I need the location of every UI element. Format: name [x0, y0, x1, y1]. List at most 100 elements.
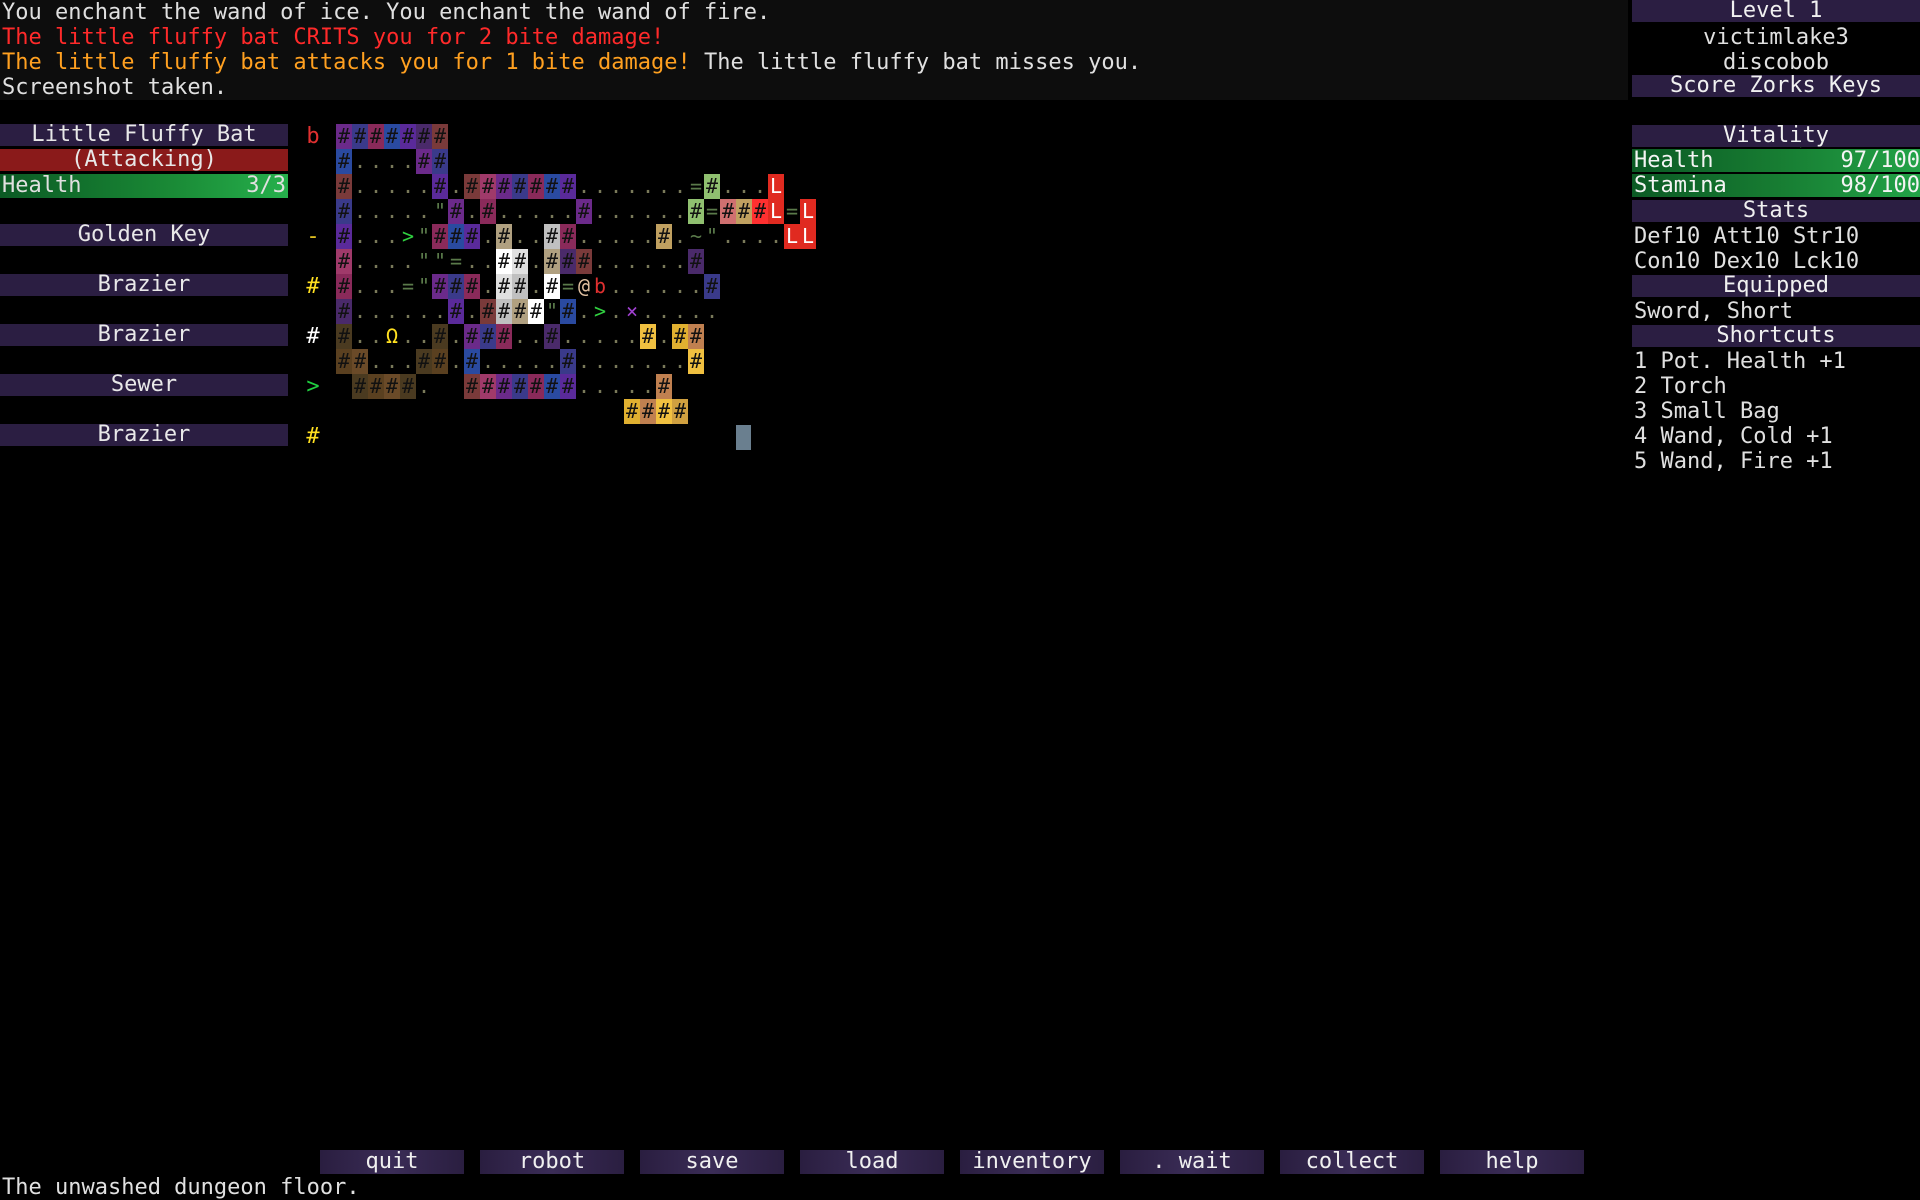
- nearby-item-label[interactable]: Brazier: [0, 424, 288, 446]
- menu-button-collect[interactable]: collect: [1280, 1150, 1424, 1174]
- map-cell: .: [593, 249, 607, 273]
- map-cell: .: [417, 174, 431, 198]
- map-cell: .: [577, 374, 591, 398]
- map-cell: .: [673, 174, 687, 198]
- map-cell: .: [577, 174, 591, 198]
- target-state: (Attacking): [0, 149, 288, 171]
- map-cell: #: [560, 174, 576, 199]
- bat-glyph: b: [593, 274, 607, 298]
- map-cell: #: [464, 224, 480, 249]
- map-cell: =: [401, 274, 415, 298]
- map-cell: .: [641, 174, 655, 198]
- map-cell: .: [385, 349, 399, 373]
- menu-button-quit[interactable]: quit: [320, 1150, 464, 1174]
- map-cell: #: [368, 374, 384, 399]
- map-cell: .: [673, 249, 687, 273]
- location-name: victimlake3: [1703, 25, 1849, 50]
- nearby-item-glyph: -: [306, 224, 320, 249]
- log-segment: The little fluffy bat CRITS you for 2 bi…: [2, 25, 665, 50]
- map-cell: .: [545, 199, 559, 223]
- map-cell: .: [609, 224, 623, 248]
- map-cell: >: [593, 299, 607, 323]
- map-cell: .: [673, 224, 687, 248]
- map-cell: .: [609, 349, 623, 373]
- map-cell: L: [768, 199, 784, 224]
- menu-button-robot[interactable]: robot: [480, 1150, 624, 1174]
- map-cell: #: [656, 374, 672, 399]
- menu-button-wait[interactable]: . wait: [1120, 1150, 1264, 1174]
- map-cell: .: [529, 199, 543, 223]
- map-cell: #: [336, 224, 352, 249]
- map-cell: #: [432, 174, 448, 199]
- map-cell: .: [385, 299, 399, 323]
- map-cell: #: [480, 374, 496, 399]
- map-cell: #: [528, 299, 544, 324]
- shortcut-item[interactable]: 5 Wand, Fire +1: [1634, 449, 1833, 474]
- menu-button-inventory[interactable]: inventory: [960, 1150, 1104, 1174]
- nearby-item-label[interactable]: Brazier: [0, 324, 288, 346]
- map-cell: #: [464, 274, 480, 299]
- map-cell: #: [496, 324, 512, 349]
- map-cell: .: [529, 249, 543, 273]
- map-cell: #: [512, 274, 528, 299]
- map-cell: #: [496, 374, 512, 399]
- player-name: discobob: [1723, 50, 1829, 75]
- map-cell: #: [560, 374, 576, 399]
- map-cell: #: [336, 249, 352, 274]
- map-cell: .: [689, 274, 703, 298]
- map-cell: .: [353, 299, 367, 323]
- map-cell: .: [625, 324, 639, 348]
- map-cell: .: [369, 299, 383, 323]
- map-cell: .: [401, 149, 415, 173]
- menu-button-help[interactable]: help: [1440, 1150, 1584, 1174]
- map-cell: Ω: [385, 324, 399, 348]
- menu-button-load[interactable]: load: [800, 1150, 944, 1174]
- map-cell: .: [673, 349, 687, 373]
- map-cell: .: [577, 349, 591, 373]
- menu-button-save[interactable]: save: [640, 1150, 784, 1174]
- shortcuts-header: Shortcuts: [1632, 325, 1920, 347]
- nearby-item-label[interactable]: Golden Key: [0, 224, 288, 246]
- map-cell: #: [512, 249, 528, 274]
- stats-header: Stats: [1632, 200, 1920, 222]
- stats-line-1: Def10 Att10 Str10: [1634, 224, 1860, 249]
- player-health-value: 97/100: [1840, 148, 1920, 173]
- map-cell: #: [448, 224, 464, 249]
- map-cell: #: [432, 124, 448, 149]
- map-cell: .: [353, 174, 367, 198]
- map-cell: #: [480, 299, 496, 324]
- target-name[interactable]: Little Fluffy Bat: [0, 124, 288, 146]
- map-cell: #: [464, 174, 480, 199]
- map-cell: #: [672, 324, 688, 349]
- map-cell: #: [416, 124, 432, 149]
- map-cell: .: [417, 374, 431, 398]
- map-cell: #: [336, 324, 352, 349]
- map-cell: ": [433, 249, 447, 273]
- shortcut-item[interactable]: 4 Wand, Cold +1: [1634, 424, 1833, 449]
- map-cell: =: [689, 174, 703, 198]
- map-cell: =: [561, 274, 575, 298]
- map-cell: #: [544, 249, 560, 274]
- log-segment: The little fluffy bat misses you.: [690, 50, 1142, 75]
- map-cell: .: [657, 274, 671, 298]
- map-cell: .: [369, 224, 383, 248]
- nearby-item-label[interactable]: Brazier: [0, 274, 288, 296]
- shortcut-item[interactable]: 3 Small Bag: [1634, 399, 1780, 424]
- player-health-bar: Health 97/100: [1632, 149, 1920, 172]
- target-health-label: Health: [2, 173, 82, 198]
- log-line: Screenshot taken.: [2, 75, 227, 100]
- equipped-item[interactable]: Sword, Short: [1634, 299, 1793, 324]
- nearby-item-label[interactable]: Sewer: [0, 374, 288, 396]
- map-cell: .: [593, 224, 607, 248]
- map-cell: .: [641, 224, 655, 248]
- map-cell: #: [512, 174, 528, 199]
- map-cell: .: [385, 174, 399, 198]
- nearby-item-glyph: >: [306, 374, 320, 399]
- map-cell: #: [336, 124, 352, 149]
- map-cell: .: [417, 324, 431, 348]
- shortcut-item[interactable]: 2 Torch: [1634, 374, 1727, 399]
- shortcut-item[interactable]: 1 Pot. Health +1: [1634, 349, 1846, 374]
- vitality-header: Vitality: [1632, 125, 1920, 147]
- map-cell: .: [401, 324, 415, 348]
- map-cell: #: [496, 174, 512, 199]
